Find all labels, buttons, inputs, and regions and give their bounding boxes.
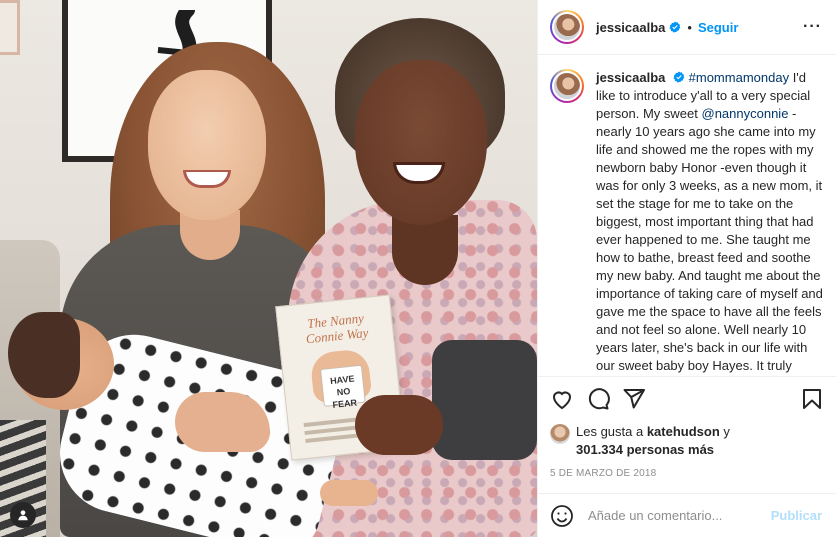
post-photo[interactable]: The Nanny Connie Way HAVE NO FEAR [0, 0, 537, 537]
woman-right-neck [392, 215, 458, 285]
baby-foot [320, 480, 378, 506]
action-bar [538, 377, 836, 421]
likes-prefix: Les gusta a [576, 424, 647, 439]
follow-button[interactable]: Seguir [698, 20, 738, 35]
publish-button[interactable]: Publicar [771, 508, 822, 523]
header-username[interactable]: jessicaalba [596, 20, 665, 35]
book-badge: HAVE NO FEAR [320, 364, 366, 410]
comment-input[interactable] [588, 508, 771, 523]
caption-part2: -nearly 10 years ago she came into my li… [596, 106, 823, 373]
comment-bar: Publicar [538, 493, 836, 537]
instagram-post: The Nanny Connie Way HAVE NO FEAR jessic… [0, 0, 836, 537]
woman-left-hand [175, 392, 270, 452]
post-header: jessicaalba • Seguir ··· [538, 0, 836, 55]
post-footer: Les gusta a katehudson y 301.334 persona… [538, 376, 836, 493]
heart-icon[interactable] [550, 387, 574, 411]
share-icon[interactable] [622, 387, 646, 411]
verified-badge-icon [673, 71, 685, 83]
emoji-icon[interactable] [550, 504, 574, 528]
likes-connector: y [719, 424, 730, 439]
post-sidebar: jessicaalba • Seguir ··· jessicaalba #mo… [537, 0, 836, 537]
caption-area: jessicaalba #mommamonday I'd like to int… [538, 55, 836, 376]
likes-text: Les gusta a katehudson y 301.334 persona… [576, 423, 730, 459]
liker-avatar[interactable] [550, 424, 570, 444]
caption-hashtag[interactable]: #mommamonday [689, 70, 789, 85]
bookmark-icon[interactable] [800, 387, 824, 411]
liker-username[interactable]: katehudson [647, 424, 720, 439]
caption-mention[interactable]: @nannyconnie [702, 106, 789, 121]
separator-dot: • [687, 19, 692, 35]
woman-right-face [355, 60, 487, 225]
wall-frame-small [0, 0, 20, 55]
woman-right-hand [355, 395, 443, 455]
user-tag-icon[interactable] [10, 502, 36, 528]
likes-count[interactable]: 301.334 personas más [576, 442, 714, 457]
more-options-icon[interactable]: ··· [803, 18, 822, 36]
caption-avatar[interactable] [550, 69, 584, 103]
post-date[interactable]: 5 de marzo de 2018 [538, 459, 836, 493]
avatar[interactable] [550, 10, 584, 44]
likes-summary: Les gusta a katehudson y 301.334 persona… [538, 421, 836, 459]
baby-hair [8, 312, 80, 398]
book-title: The Nanny Connie Way [305, 310, 370, 347]
woman-right-sleeve [432, 340, 537, 460]
caption-text: jessicaalba #mommamonday I'd like to int… [596, 69, 826, 376]
verified-badge-icon [669, 21, 681, 33]
woman-left-face [148, 70, 266, 220]
caption-username[interactable]: jessicaalba [596, 70, 665, 85]
comment-icon[interactable] [586, 387, 610, 411]
